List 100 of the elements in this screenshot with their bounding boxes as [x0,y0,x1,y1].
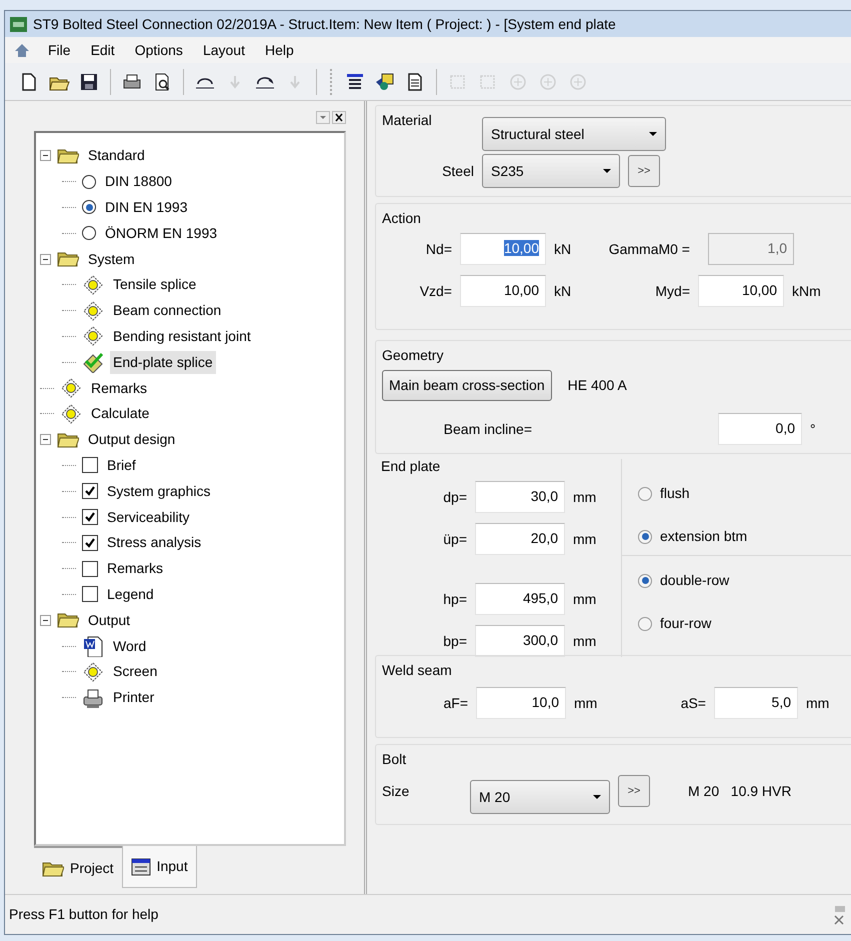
tree-item[interactable]: Remarks [88,376,150,400]
panel-tab[interactable]: Input [122,846,197,888]
radio-label: extension btm [660,527,748,546]
field-label: bp= [442,632,467,651]
check-diamond-icon [82,351,104,374]
tree-item[interactable]: Serviceability [104,506,192,529]
window-title: ST9 Bolted Steel Connection 02/2019A - Struct.Item: New Item ( Project: ) - [System end plate [33,14,616,34]
tree-item[interactable]: End-plate splice [110,350,216,374]
radio-label: double-row [660,571,730,590]
tree-item[interactable]: Beam connection [110,299,224,322]
dropdown[interactable]: Structural steel [482,117,666,151]
radio-button[interactable] [638,530,652,544]
tree-item[interactable]: Output [85,608,134,632]
input-field[interactable]: 300,0 [475,625,565,657]
menu-item[interactable]: Help [262,40,297,60]
form-icon [130,858,151,876]
input-field[interactable]: 30,0 [475,481,565,513]
checkbox[interactable] [82,586,98,602]
checkbox[interactable] [82,509,98,526]
close-icon[interactable] [332,110,346,124]
menu-item[interactable]: File [45,40,74,60]
checkbox[interactable] [82,483,98,500]
tree-item[interactable]: Tensile splice [110,273,200,296]
unit-label: kN [554,282,572,300]
field-label: aF= [442,694,468,712]
tree-item[interactable]: Standard [85,144,148,168]
dropdown[interactable]: M 20 [470,780,610,814]
input-field[interactable]: 10,00 [460,275,546,307]
menu-item[interactable]: Layout [200,40,248,60]
field-label: Size [382,782,410,800]
checkbox[interactable] [82,457,98,474]
tree-item[interactable]: Screen [110,660,160,684]
diamond-icon [60,402,82,425]
bolt-description: M 20 10.9 HVR [688,782,792,800]
input-field[interactable]: 10,00 [698,275,784,307]
input-field[interactable]: 10,0 [476,687,566,719]
group-title: Geometry [382,346,444,365]
group-title: Material [382,111,433,130]
unit-label: mm [573,590,598,608]
tree-item[interactable]: System [85,248,138,271]
main-beam-button[interactable]: Main beam cross-section [382,370,552,401]
field-label: dp= [442,488,467,507]
menu-item[interactable]: Edit [88,40,118,60]
diamond-icon [82,660,104,683]
field-label: Beam incline= [442,420,532,438]
unit-label: mm [573,632,598,650]
tree-item[interactable]: Bending resistant joint [110,324,254,348]
unit-label: kNm [792,282,822,300]
section-label: HE 400 A [568,376,627,395]
tree-item[interactable]: DIN EN 1993 [102,196,190,219]
tree-item[interactable]: Calculate [88,402,152,426]
tree-item[interactable]: Printer [110,686,158,710]
collapse-toggle[interactable] [40,614,51,626]
checkbox[interactable] [82,560,98,577]
field-label: Vzd= [418,282,452,300]
group-title: End plate [381,457,442,476]
input-field[interactable]: 20,0 [475,523,565,555]
radio-button[interactable] [638,616,652,630]
tree-item[interactable]: System graphics [104,480,214,503]
collapse-toggle[interactable] [40,254,51,265]
printer-icon [82,686,104,709]
diamond-icon [82,274,104,296]
app-menu-icon[interactable] [13,42,31,58]
input-field[interactable]: 5,0 [714,687,798,719]
radio-button[interactable] [82,174,96,189]
tree-item[interactable]: Brief [104,454,139,477]
tree-item[interactable]: Stress analysis [104,531,204,554]
checkmark-icon [84,485,96,498]
checkbox[interactable] [82,534,98,551]
radio-button[interactable] [82,200,96,214]
unit-label: mm [574,694,598,712]
resize-grip-icon [833,904,847,926]
field-label: hp= [442,590,467,609]
collapse-toggle[interactable] [40,150,51,162]
dropdown[interactable]: S235 [482,154,620,188]
diamond-icon [82,325,104,348]
tree-item[interactable]: Remarks [104,557,166,580]
app-icon [10,16,27,32]
field-label: aS= [680,694,706,712]
tree-item[interactable]: DIN 18800 [102,170,175,194]
tree-item[interactable]: ÖNORM EN 1993 [102,222,220,245]
unit-label: ° [810,420,816,438]
tree-item[interactable]: Output design [85,428,178,452]
dropdown-icon[interactable] [316,110,330,124]
input-field[interactable]: 0,0 [718,413,802,445]
tree-item[interactable]: Word [110,634,150,658]
checkmark-icon [84,511,96,524]
radio-button[interactable] [82,226,96,240]
group-title: Weld seam [382,661,453,680]
input-field[interactable]: 495,0 [475,583,565,615]
collapse-toggle[interactable] [40,434,51,446]
radio-label: four-row [660,614,712,633]
radio-button[interactable] [638,574,652,588]
input-field[interactable]: 10,00 [460,233,546,265]
more-button[interactable]: >> [618,775,650,807]
field-label: Steel [441,162,474,180]
more-button[interactable]: >> [628,155,660,187]
radio-button[interactable] [638,486,652,500]
menu-item[interactable]: Options [132,40,186,60]
tree-item[interactable]: Legend [104,582,157,606]
